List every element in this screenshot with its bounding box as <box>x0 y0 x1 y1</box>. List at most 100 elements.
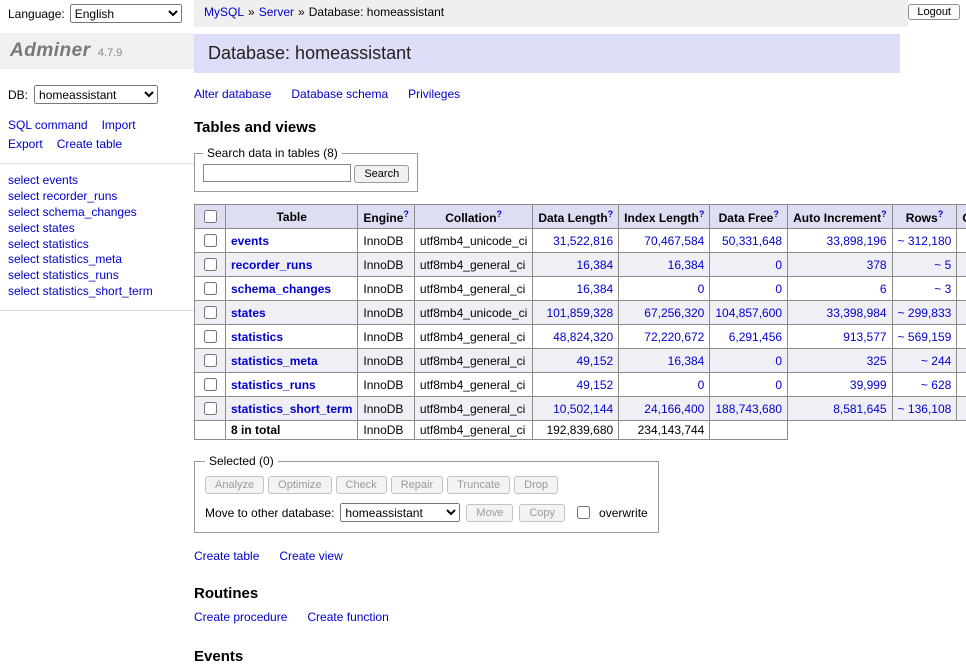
data-length-cell: 49,152 <box>533 349 619 373</box>
op-button-analyze[interactable]: Analyze <box>205 476 264 494</box>
row-checkbox-statistics-runs[interactable] <box>204 378 217 391</box>
help-icon[interactable]: ? <box>881 209 887 219</box>
data-free-cell: 0 <box>710 277 788 301</box>
table-link-recorder-runs[interactable]: recorder_runs <box>231 258 312 272</box>
table-link-statistics-short-term[interactable]: statistics_short_term <box>231 402 352 416</box>
sidebar-table-links: select eventsselect recorder_runsselect … <box>0 164 194 311</box>
sidebar-item-select-recorder-runs[interactable]: select recorder_runs <box>8 189 186 205</box>
search-button[interactable]: Search <box>354 165 409 183</box>
help-icon[interactable]: ? <box>608 209 614 219</box>
app-name[interactable]: Adminer <box>10 40 91 61</box>
sidebar-item-select-events[interactable]: select events <box>8 173 186 189</box>
db-select[interactable]: homeassistant <box>34 85 158 104</box>
table-row-recorder-runs: recorder_runsInnoDButf8mb4_general_ci16,… <box>195 253 966 277</box>
index-length-cell: 24,166,400 <box>619 397 710 421</box>
rows-link-events[interactable]: ~ 312,180 <box>898 234 952 248</box>
search-input[interactable] <box>203 164 351 182</box>
sidebar-item-select-statistics-short-term[interactable]: select statistics_short_term <box>8 284 186 300</box>
link-create-procedure[interactable]: Create procedure <box>194 610 287 624</box>
breadcrumb-link-mysql[interactable]: MySQL <box>204 5 244 19</box>
help-icon[interactable]: ? <box>938 209 944 219</box>
action-link-privileges[interactable]: Privileges <box>408 87 460 101</box>
rows-link-recorder-runs[interactable]: ~ 5 <box>934 258 951 272</box>
language-select[interactable]: English <box>70 4 182 23</box>
table-link-statistics-runs[interactable]: statistics_runs <box>231 378 316 392</box>
sidebar-link-create-table[interactable]: Create table <box>57 137 122 151</box>
row-check-cell <box>195 277 226 301</box>
help-icon[interactable]: ? <box>773 209 779 219</box>
sidebar-item-select-statistics[interactable]: select statistics <box>8 237 186 253</box>
table-row-schema-changes: schema_changesInnoDButf8mb4_general_ci16… <box>195 277 966 301</box>
table-link-schema-changes[interactable]: schema_changes <box>231 282 331 296</box>
help-icon[interactable]: ? <box>699 209 705 219</box>
action-link-alter-database[interactable]: Alter database <box>194 87 271 101</box>
row-checkbox-states[interactable] <box>204 306 217 319</box>
table-name-cell: statistics_meta <box>226 349 358 373</box>
move-db-select[interactable]: homeassistant <box>340 503 460 522</box>
table-link-statistics[interactable]: statistics <box>231 330 283 344</box>
copy-button[interactable]: Copy <box>519 504 565 522</box>
tables-table: TableEngine?Collation?Data Length?Index … <box>194 204 966 440</box>
page-title: Database: homeassistant <box>194 34 900 73</box>
search-fieldset: Search data in tables (8) Search <box>194 146 418 192</box>
index-length-cell: 72,220,672 <box>619 325 710 349</box>
sidebar-item-select-statistics-runs[interactable]: select statistics_runs <box>8 268 186 284</box>
sidebar-links: SQL command Import Export Create table <box>0 116 194 164</box>
op-button-optimize[interactable]: Optimize <box>268 476 331 494</box>
table-row-statistics-meta: statistics_metaInnoDButf8mb4_general_ci4… <box>195 349 966 373</box>
select-all-checkbox[interactable] <box>204 210 217 223</box>
rows-link-statistics-short-term[interactable]: ~ 136,108 <box>898 402 952 416</box>
row-checkbox-schema-changes[interactable] <box>204 282 217 295</box>
row-checkbox-events[interactable] <box>204 234 217 247</box>
collation-cell: utf8mb4_general_ci <box>414 373 532 397</box>
action-link-database-schema[interactable]: Database schema <box>291 87 388 101</box>
rows-link-schema-changes[interactable]: ~ 3 <box>934 282 951 296</box>
help-icon[interactable]: ? <box>403 209 409 219</box>
sidebar-item-select-statistics-meta[interactable]: select statistics_meta <box>8 252 186 268</box>
sidebar-item-select-schema-changes[interactable]: select schema_changes <box>8 205 186 221</box>
table-link-statistics-meta[interactable]: statistics_meta <box>231 354 318 368</box>
rows-link-statistics-runs[interactable]: ~ 628 <box>921 378 951 392</box>
rows-link-states[interactable]: ~ 299,833 <box>898 306 952 320</box>
col-header-index-length: Index Length? <box>619 205 710 229</box>
footer-total-cell: 8 in total <box>226 421 358 440</box>
link-create-view[interactable]: Create view <box>279 549 342 563</box>
link-create-function[interactable]: Create function <box>307 610 388 624</box>
table-name-cell: states <box>226 301 358 325</box>
app-version[interactable]: 4.7.9 <box>98 47 122 59</box>
tables-header-row: TableEngine?Collation?Data Length?Index … <box>195 205 966 229</box>
op-button-truncate[interactable]: Truncate <box>447 476 510 494</box>
main-content: Database: homeassistant Alter database Da… <box>194 27 966 671</box>
tables-heading: Tables and views <box>194 119 900 136</box>
db-actions: Alter database Database schema Privileges <box>194 87 900 101</box>
op-button-check[interactable]: Check <box>336 476 387 494</box>
collation-cell: utf8mb4_general_ci <box>414 349 532 373</box>
footer-engine-cell: InnoDB <box>358 421 415 440</box>
logout-button[interactable]: Logout <box>908 4 960 20</box>
row-checkbox-recorder-runs[interactable] <box>204 258 217 271</box>
table-link-states[interactable]: states <box>231 306 266 320</box>
table-link-events[interactable]: events <box>231 234 269 248</box>
rows-link-statistics-meta[interactable]: ~ 244 <box>921 354 951 368</box>
help-icon[interactable]: ? <box>497 209 503 219</box>
sidebar-link-sql-command[interactable]: SQL command <box>8 118 88 132</box>
sidebar-link-export[interactable]: Export <box>8 137 43 151</box>
table-row-statistics-short-term: statistics_short_termInnoDButf8mb4_gener… <box>195 397 966 421</box>
row-checkbox-statistics[interactable] <box>204 330 217 343</box>
overwrite-label[interactable]: overwrite <box>599 506 648 520</box>
link-create-table[interactable]: Create table <box>194 549 259 563</box>
row-checkbox-statistics-short-term[interactable] <box>204 402 217 415</box>
overwrite-checkbox[interactable] <box>577 506 590 519</box>
op-button-drop[interactable]: Drop <box>514 476 558 494</box>
rows-link-statistics[interactable]: ~ 569,159 <box>898 330 952 344</box>
sidebar-link-import[interactable]: Import <box>102 118 136 132</box>
op-button-repair[interactable]: Repair <box>391 476 443 494</box>
breadcrumb-link-server[interactable]: Server <box>259 5 294 19</box>
row-checkbox-statistics-meta[interactable] <box>204 354 217 367</box>
tables-head: TableEngine?Collation?Data Length?Index … <box>195 205 966 229</box>
rows-cell: ~ 136,108 <box>892 397 957 421</box>
move-button[interactable]: Move <box>466 504 513 522</box>
footer-index-length-cell: 234,143,744 <box>619 421 710 440</box>
sidebar-item-select-states[interactable]: select states <box>8 221 186 237</box>
selected-fieldset: Selected (0) AnalyzeOptimizeCheckRepairT… <box>194 454 659 533</box>
